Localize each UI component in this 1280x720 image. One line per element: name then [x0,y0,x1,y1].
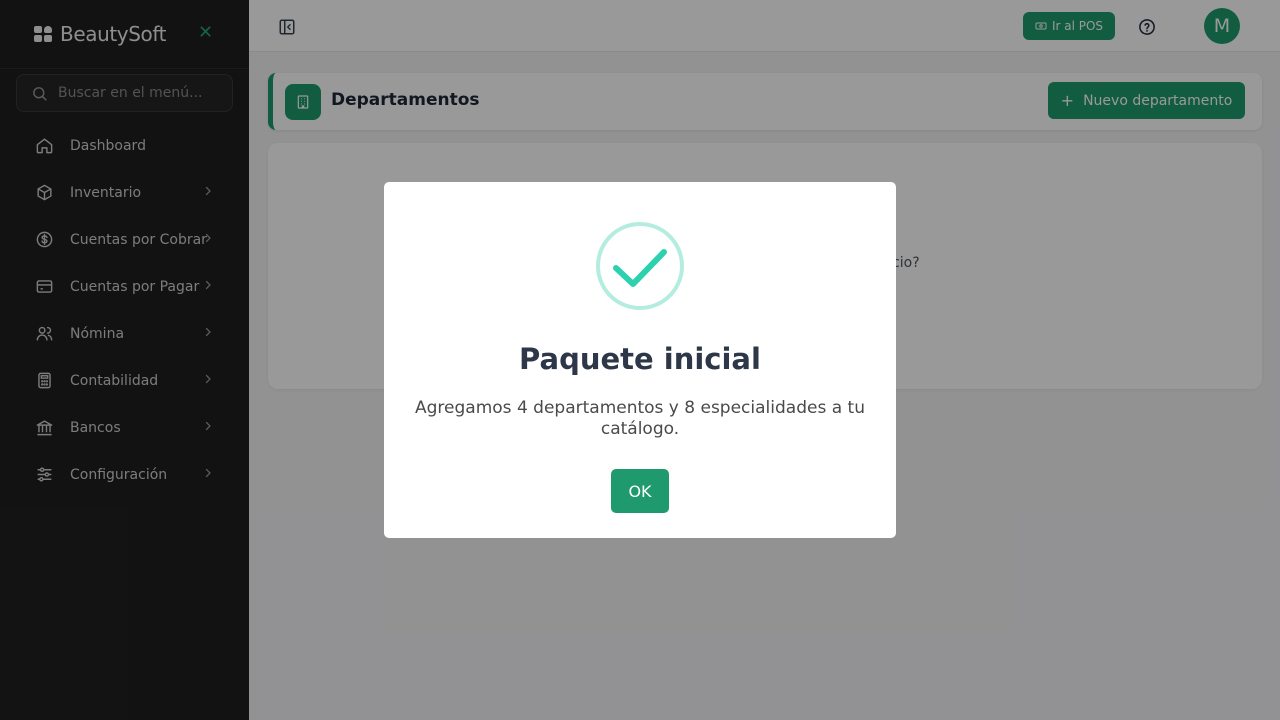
ok-button[interactable]: OK [611,469,669,513]
dialog-title: Paquete inicial [519,342,761,376]
dialog-message: Agregamos 4 departamentos y 8 especialid… [415,398,865,439]
success-check-icon [596,222,684,310]
success-dialog: Paquete inicial Agregamos 4 departamento… [384,182,896,538]
